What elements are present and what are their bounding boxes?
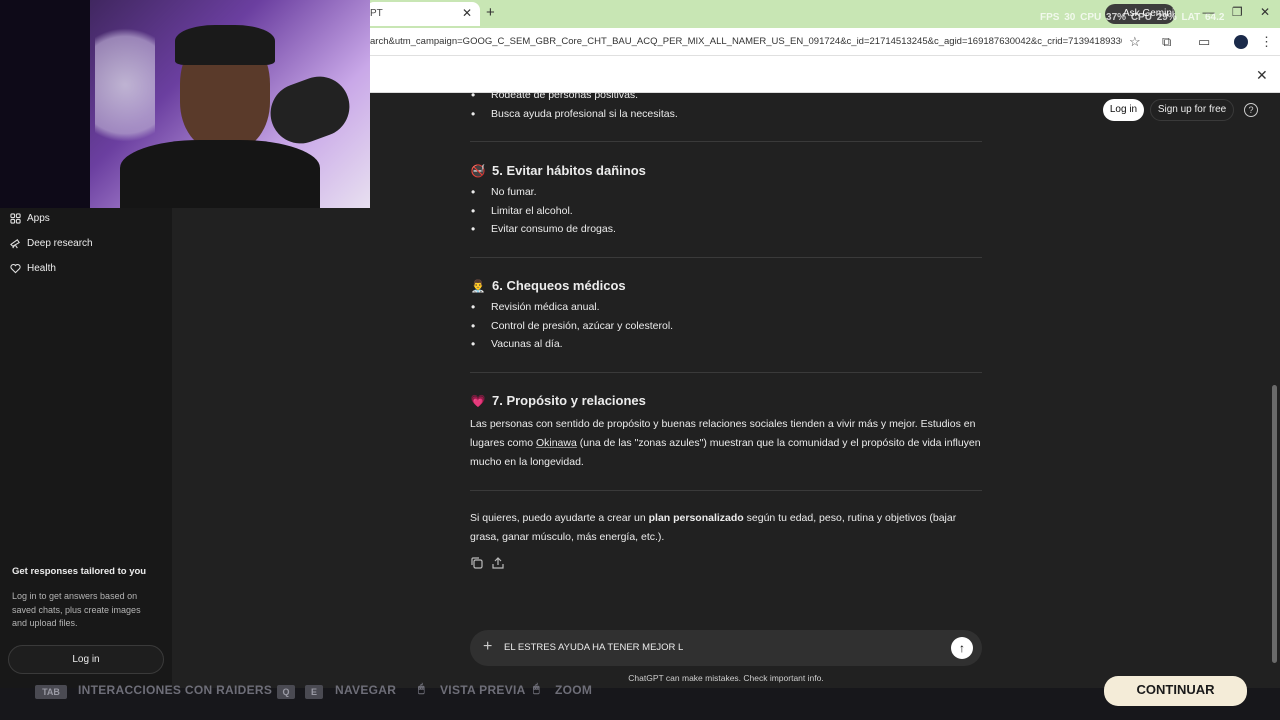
key-q: Q xyxy=(277,685,295,699)
section-heading-5: 🚭 5. Evitar hábitos dañinos xyxy=(470,163,646,178)
bookmark-star-icon[interactable]: ☆ xyxy=(1129,34,1141,50)
section-7-paragraph: Las personas con sentido de propósito y … xyxy=(470,418,981,468)
sidebar-item-deep-research[interactable]: Deep research xyxy=(10,234,93,252)
no-smoking-icon: 🚭 xyxy=(470,163,486,178)
divider xyxy=(470,257,982,258)
menu-kebab-icon[interactable]: ⋮ xyxy=(1260,34,1273,50)
list-item: Vacunas al día. xyxy=(471,337,974,351)
divider xyxy=(470,372,982,373)
list-item: Limitar el alcohol. xyxy=(471,204,974,218)
hint-vista-previa: VISTA PREVIA xyxy=(440,683,526,697)
help-icon[interactable]: ? xyxy=(1244,103,1258,117)
tab-title: PT xyxy=(370,8,383,19)
new-tab-icon[interactable]: + xyxy=(486,4,495,21)
webcam-microphone xyxy=(262,68,358,152)
list-item: Control de presión, azúcar y colesterol. xyxy=(471,319,974,333)
sidebar-item-label: Health xyxy=(27,262,56,274)
webcam-tree xyxy=(95,10,155,160)
key-tab: TAB xyxy=(35,685,67,699)
webcam-beanie xyxy=(175,25,275,65)
list-item: Busca ayuda profesional si la necesitas. xyxy=(471,107,974,121)
divider xyxy=(470,490,982,491)
promo-body: Log in to get answers based on saved cha… xyxy=(12,591,141,628)
webcam-dark-left xyxy=(0,0,90,208)
list-item: Revisión médica anual. xyxy=(471,300,974,314)
okinawa-link[interactable]: Okinawa xyxy=(536,437,577,449)
section-title: 6. Chequeos médicos xyxy=(492,278,626,293)
hint-zoom: ZOOM xyxy=(555,683,593,697)
webcam-shirt xyxy=(120,140,320,208)
copy-icon[interactable] xyxy=(470,556,484,570)
attach-plus-icon[interactable]: + xyxy=(483,638,492,656)
heart-icon xyxy=(10,263,21,273)
message-composer: + ↑ xyxy=(470,630,982,666)
message-input[interactable] xyxy=(504,642,934,653)
profile-avatar[interactable] xyxy=(1234,35,1248,49)
hint-raiders: INTERACCIONES CON RAIDERS xyxy=(78,683,273,697)
continue-button[interactable]: CONTINUAR xyxy=(1104,676,1247,706)
sidebar-item-apps[interactable]: Apps xyxy=(10,209,50,227)
disclaimer: ChatGPT can make mistakes. Check importa… xyxy=(628,673,824,683)
heart-icon: 💗 xyxy=(470,393,486,408)
promo-title: Get responses tailored to you xyxy=(12,566,147,577)
sidebar-item-health[interactable]: Health xyxy=(10,259,56,277)
tab-close-icon[interactable]: ✕ xyxy=(462,6,472,20)
apps-icon xyxy=(10,212,21,224)
header-login-button[interactable]: Log in xyxy=(1103,99,1144,121)
header-signup-button[interactable]: Sign up for free xyxy=(1150,99,1234,121)
url-field[interactable]: arch&utm_campaign=GOOG_C_SEM_GBR_Core_CH… xyxy=(370,36,1122,47)
webcam-overlay xyxy=(0,0,370,208)
extensions-icon[interactable]: ⧉ xyxy=(1162,34,1171,50)
mouse-icon: 🖱 xyxy=(418,683,425,695)
sidebar-login-button[interactable]: Log in xyxy=(8,645,164,674)
section-title: 7. Propósito y relaciones xyxy=(492,393,646,408)
browser-tab[interactable]: PT ✕ xyxy=(366,2,480,26)
telescope-icon xyxy=(10,238,20,248)
key-e: E xyxy=(305,685,323,699)
divider xyxy=(470,141,982,142)
list-item: Evitar consumo de drogas. xyxy=(471,222,974,236)
section-heading-6: 👨‍⚕️ 6. Chequeos médicos xyxy=(470,278,626,293)
doctor-icon: 👨‍⚕️ xyxy=(470,278,486,293)
info-close-icon[interactable]: ✕ xyxy=(1256,67,1268,84)
cast-icon[interactable]: ▭ xyxy=(1198,34,1210,50)
sidebar-item-label: Deep research xyxy=(27,237,93,249)
performance-overlay: FPS 30 CPU 37% CPU 29% LAT 64.2 xyxy=(1040,12,1225,23)
section-heading-7: 💗 7. Propósito y relaciones xyxy=(470,393,646,408)
share-icon[interactable] xyxy=(491,556,505,570)
send-arrow-icon[interactable]: ↑ xyxy=(951,637,973,659)
mouse-wheel-icon: 🖱 xyxy=(533,683,540,695)
sidebar-item-label: Apps xyxy=(27,212,50,224)
window-controls[interactable]: — ❐ ✕ xyxy=(1203,5,1270,19)
list-item: No fumar. xyxy=(471,185,974,199)
hint-navegar: NAVEGAR xyxy=(335,683,397,697)
closing-paragraph: Si quieres, puedo ayudarte a crear un pl… xyxy=(470,512,957,543)
list-item: Rodéate de personas positivas. xyxy=(471,88,974,102)
scrollbar-thumb[interactable] xyxy=(1272,385,1277,663)
section-title: 5. Evitar hábitos dañinos xyxy=(492,163,646,178)
